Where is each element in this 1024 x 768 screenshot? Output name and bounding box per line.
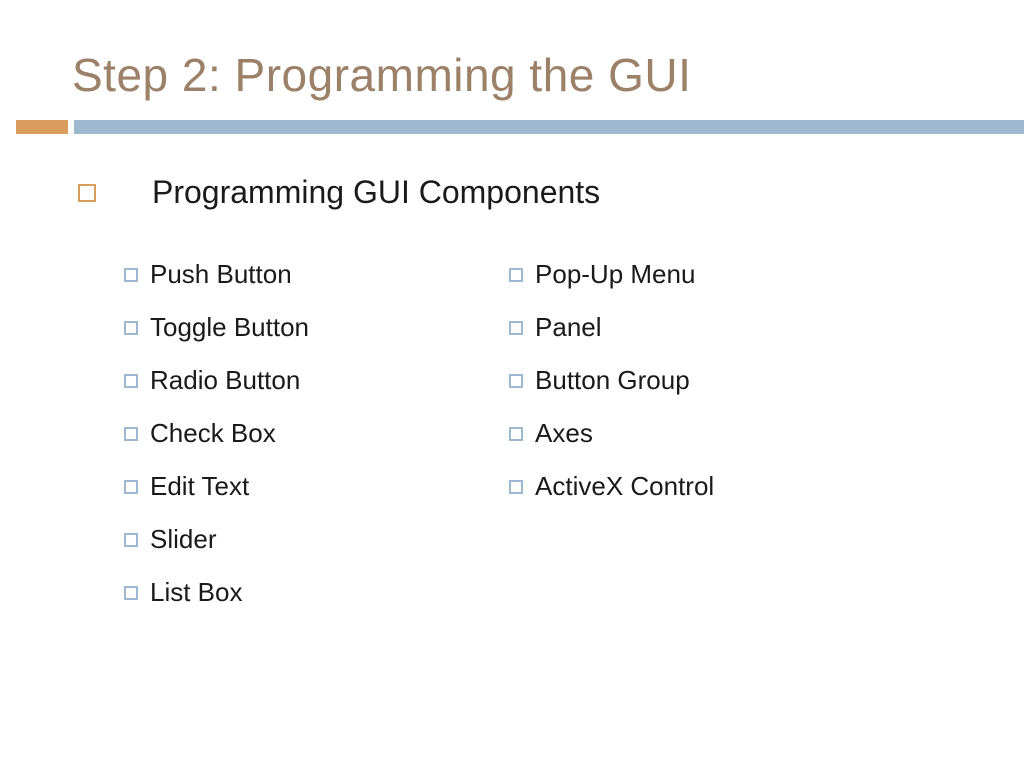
item-label: Panel: [535, 312, 602, 343]
list-item: Check Box: [124, 418, 309, 449]
item-label: Button Group: [535, 365, 690, 396]
list-item: Edit Text: [124, 471, 309, 502]
bullet-small-icon: [124, 533, 138, 547]
bullet-small-icon: [124, 480, 138, 494]
bullet-small-icon: [509, 321, 523, 335]
item-label: Radio Button: [150, 365, 300, 396]
bullet-small-icon: [509, 480, 523, 494]
item-label: Slider: [150, 524, 216, 555]
bullet-small-icon: [124, 586, 138, 600]
right-column: Pop-Up Menu Panel Button Group Axes Acti…: [509, 259, 714, 608]
bullet-large-icon: [78, 184, 96, 202]
bullet-small-icon: [124, 321, 138, 335]
list-item: Button Group: [509, 365, 714, 396]
bullet-small-icon: [124, 374, 138, 388]
bullet-small-icon: [509, 268, 523, 282]
subtitle-text: Programming GUI Components: [152, 174, 600, 211]
subtitle-row: Programming GUI Components: [78, 174, 1024, 211]
list-item: Axes: [509, 418, 714, 449]
accent-blue-block: [74, 120, 1024, 134]
accent-orange-block: [16, 120, 68, 134]
bullet-small-icon: [509, 427, 523, 441]
list-item: List Box: [124, 577, 309, 608]
bullet-small-icon: [124, 427, 138, 441]
accent-bar: [16, 120, 1024, 134]
item-label: Axes: [535, 418, 593, 449]
list-item: Pop-Up Menu: [509, 259, 714, 290]
list-item: Slider: [124, 524, 309, 555]
item-label: List Box: [150, 577, 243, 608]
slide-title: Step 2: Programming the GUI: [0, 0, 1024, 120]
item-label: Pop-Up Menu: [535, 259, 695, 290]
item-label: Toggle Button: [150, 312, 309, 343]
list-item: Toggle Button: [124, 312, 309, 343]
list-item: Panel: [509, 312, 714, 343]
list-item: ActiveX Control: [509, 471, 714, 502]
item-label: Edit Text: [150, 471, 249, 502]
columns-container: Push Button Toggle Button Radio Button C…: [124, 259, 1024, 608]
left-column: Push Button Toggle Button Radio Button C…: [124, 259, 309, 608]
list-item: Push Button: [124, 259, 309, 290]
item-label: ActiveX Control: [535, 471, 714, 502]
bullet-small-icon: [124, 268, 138, 282]
item-label: Check Box: [150, 418, 276, 449]
item-label: Push Button: [150, 259, 292, 290]
bullet-small-icon: [509, 374, 523, 388]
list-item: Radio Button: [124, 365, 309, 396]
